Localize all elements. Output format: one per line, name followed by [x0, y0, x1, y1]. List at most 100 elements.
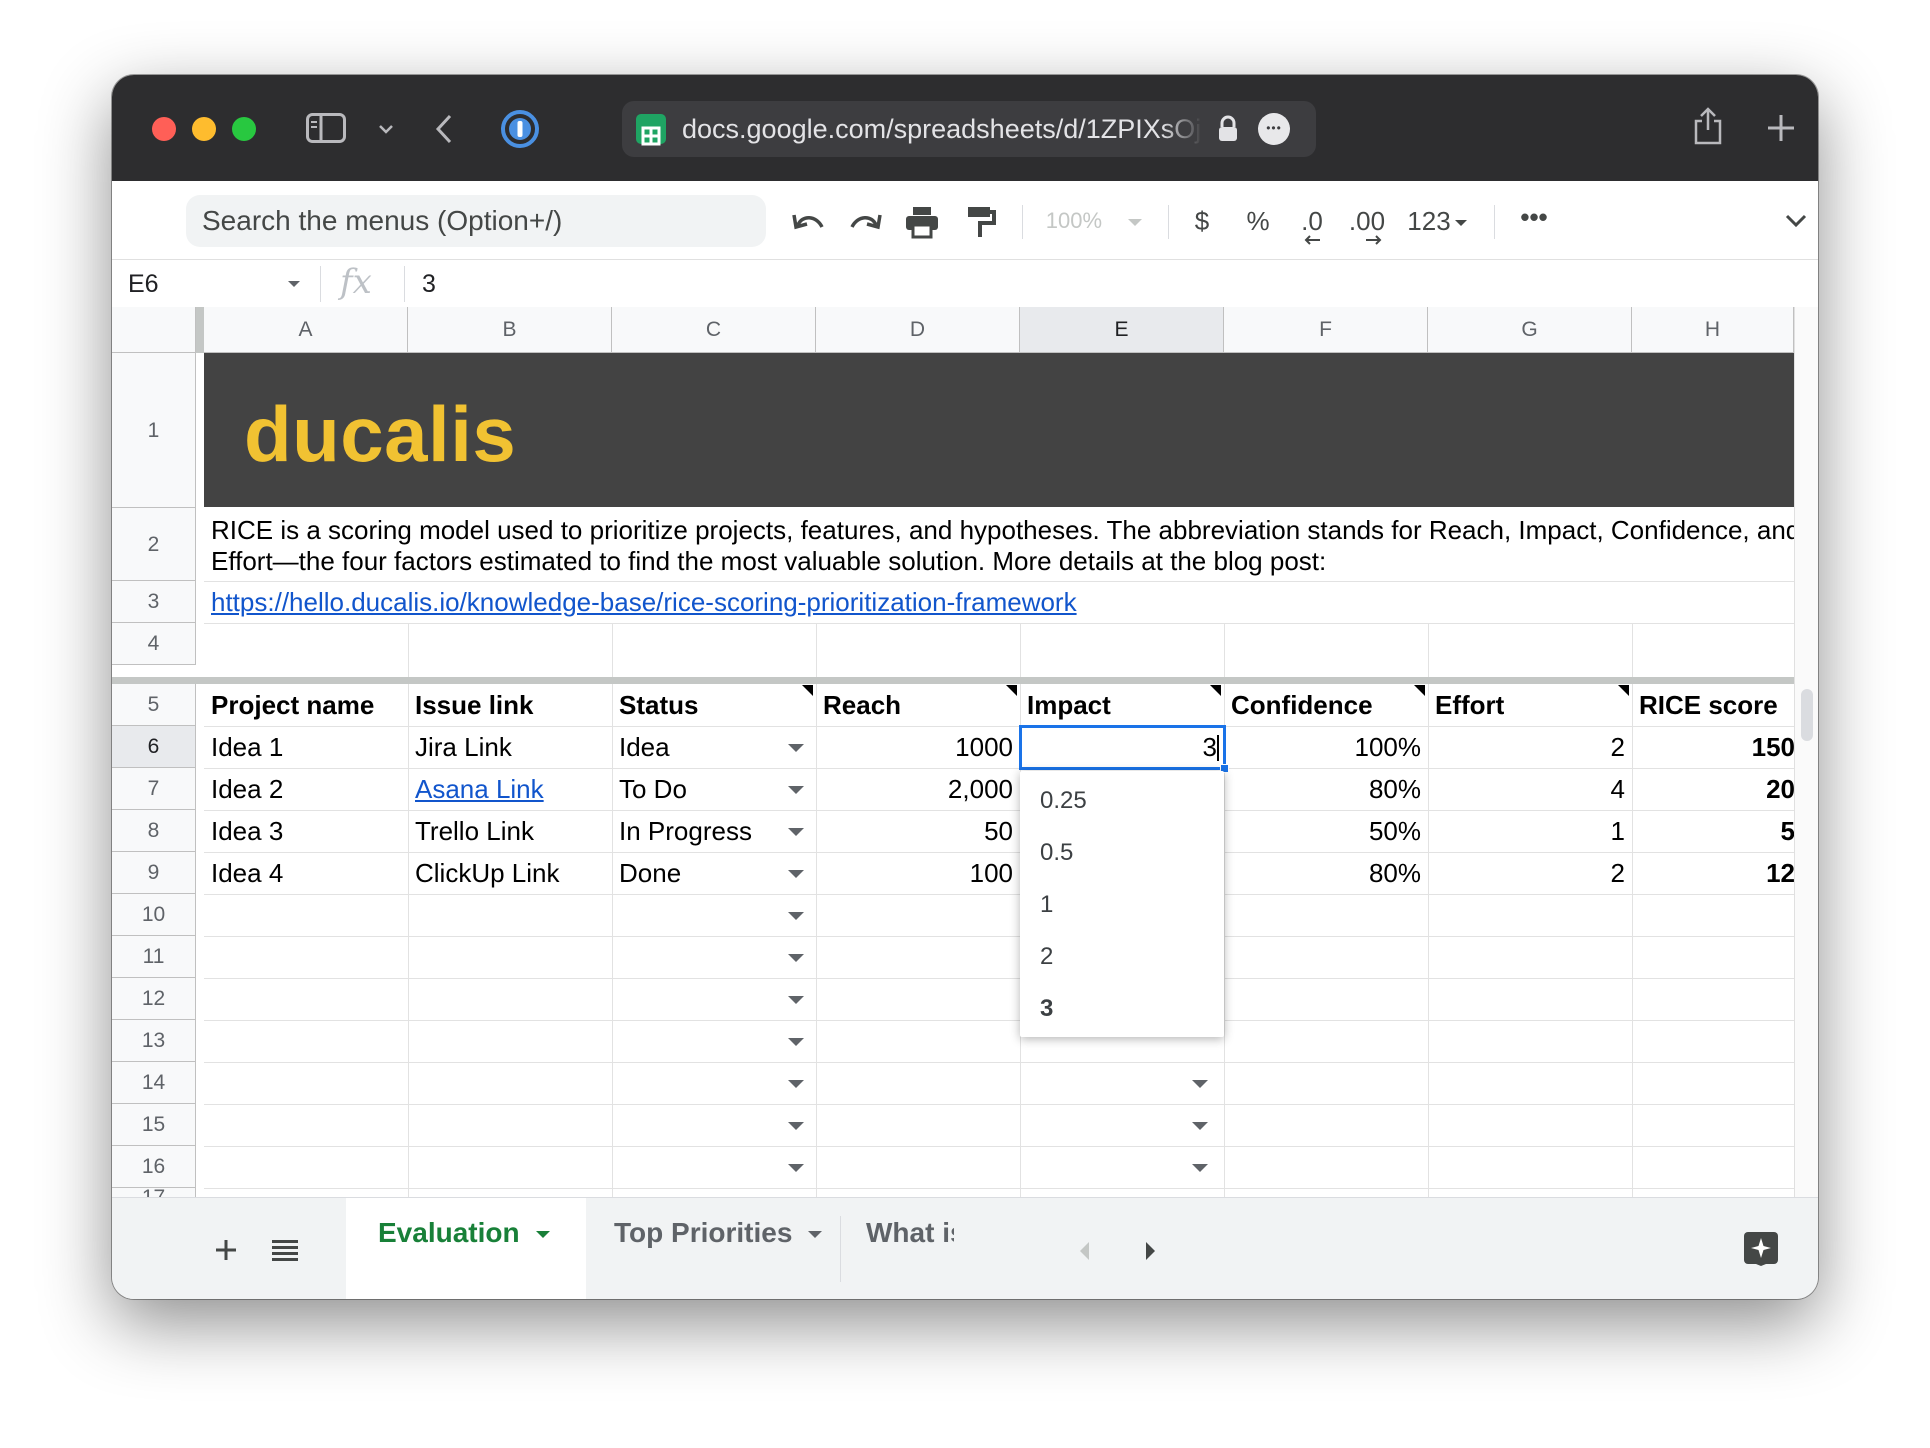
header-reach[interactable]: Reach [816, 684, 1020, 726]
status-dropdown-icon[interactable] [788, 1080, 804, 1088]
sheet-tab-what-is-ducalis[interactable]: What is Du [842, 1198, 954, 1299]
row-header-17[interactable]: 17 [112, 1187, 196, 1197]
cell-rice-score[interactable]: 20 [1632, 768, 1802, 810]
row-header-8[interactable]: 8 [112, 810, 196, 852]
print-icon[interactable] [904, 205, 940, 239]
column-header-f[interactable]: F [1224, 307, 1428, 353]
active-cell-value[interactable]: 3 [1203, 728, 1217, 767]
row-header-1[interactable]: 1 [112, 353, 196, 508]
status-dropdown-icon[interactable] [788, 828, 804, 836]
cell-rice-score[interactable]: 150 [1632, 726, 1802, 768]
cell-project-name[interactable]: Idea 4 [204, 852, 408, 894]
cell-status[interactable]: Done [612, 852, 816, 894]
cell-issue-link[interactable]: Jira Link [408, 726, 612, 768]
description-cell[interactable]: RICE is a scoring model used to prioriti… [204, 508, 1794, 580]
column-header-b[interactable]: B [408, 307, 612, 353]
cell-project-name[interactable]: Idea 3 [204, 810, 408, 852]
cell-project-name[interactable]: Idea 1 [204, 726, 408, 768]
cell-issue-link[interactable]: ClickUp Link [408, 852, 612, 894]
more-icon[interactable] [1258, 100, 1290, 156]
vertical-scrollbar[interactable] [1794, 307, 1818, 1197]
impact-dropdown-icon[interactable] [1192, 1122, 1208, 1130]
column-header-g[interactable]: G [1428, 307, 1632, 353]
note-indicator[interactable] [1210, 685, 1221, 696]
cell-confidence[interactable]: 80% [1224, 852, 1428, 894]
column-header-e[interactable]: E [1020, 307, 1224, 353]
header-project-name[interactable]: Project name [204, 684, 408, 726]
back-icon[interactable] [434, 113, 454, 145]
frozen-column-handle[interactable] [196, 307, 204, 353]
column-header-a[interactable]: A [204, 307, 408, 353]
vertical-scroll-thumb[interactable] [1801, 689, 1813, 741]
cell-reach[interactable]: 2,000 [816, 768, 1020, 810]
blog-post-link[interactable]: https://hello.ducalis.io/knowledge-base/… [204, 581, 1204, 623]
more-options-icon[interactable]: ••• [1514, 191, 1554, 243]
collapse-toolbar-icon[interactable] [1784, 213, 1808, 229]
cell-confidence[interactable]: 100% [1224, 726, 1428, 768]
note-indicator[interactable] [1006, 685, 1017, 696]
dropdown-option[interactable]: 0.5 [1040, 839, 1073, 867]
cell-issue-link[interactable]: Trello Link [408, 810, 612, 852]
zoom-select[interactable]: 100% [1044, 195, 1144, 247]
row-header-6[interactable]: 6 [112, 726, 196, 768]
header-issue-link[interactable]: Issue link [408, 684, 612, 726]
cell-reach[interactable]: 50 [816, 810, 1020, 852]
row-header-11[interactable]: 11 [112, 936, 196, 978]
row-header-4[interactable]: 4 [112, 623, 196, 665]
header-confidence[interactable]: Confidence [1224, 684, 1428, 726]
dropdown-option[interactable]: 0.25 [1040, 787, 1087, 815]
row-header-10[interactable]: 10 [112, 894, 196, 936]
note-indicator[interactable] [802, 685, 813, 696]
cell-rice-score[interactable]: 5 [1632, 810, 1802, 852]
frozen-row-divider[interactable] [112, 677, 1794, 684]
formula-input[interactable]: 3 [422, 260, 436, 308]
cell-effort[interactable]: 4 [1428, 768, 1632, 810]
cell-status[interactable]: Idea [612, 726, 816, 768]
status-dropdown-icon[interactable] [788, 954, 804, 962]
search-menus-input[interactable]: Search the menus (Option+/) [186, 195, 766, 247]
status-dropdown-icon[interactable] [788, 1164, 804, 1172]
undo-icon[interactable] [790, 209, 828, 235]
name-box-dropdown-icon[interactable] [288, 281, 300, 287]
row-header-13[interactable]: 13 [112, 1020, 196, 1062]
scroll-tabs-right-icon[interactable] [1146, 1242, 1155, 1260]
currency-format-button[interactable]: $ [1184, 195, 1220, 247]
cell-status[interactable]: In Progress [612, 810, 816, 852]
new-tab-icon[interactable] [1766, 113, 1796, 143]
dropdown-option[interactable]: 2 [1040, 943, 1053, 971]
status-dropdown-icon[interactable] [788, 870, 804, 878]
cell-confidence[interactable]: 50% [1224, 810, 1428, 852]
sheet-tab-evaluation[interactable]: Evaluation [346, 1198, 586, 1299]
column-header-c[interactable]: C [612, 307, 816, 353]
close-window-button[interactable] [152, 117, 176, 141]
minimize-window-button[interactable] [192, 117, 216, 141]
status-dropdown-icon[interactable] [788, 1038, 804, 1046]
name-box[interactable]: E6 [128, 260, 159, 308]
row-header-15[interactable]: 15 [112, 1104, 196, 1146]
status-dropdown-icon[interactable] [788, 912, 804, 920]
active-cell-e6[interactable]: 3 [1019, 725, 1226, 770]
cell-effort[interactable]: 2 [1428, 726, 1632, 768]
dropdown-option[interactable]: 1 [1040, 891, 1053, 919]
cell-issue-link[interactable]: Asana Link [408, 768, 612, 810]
select-all-corner[interactable] [112, 307, 196, 353]
add-sheet-icon[interactable] [214, 1238, 238, 1262]
row-header-3[interactable]: 3 [112, 581, 196, 623]
address-bar[interactable]: docs.google.com/spreadsheets/d/1ZPIXsOj [622, 100, 1316, 157]
row-header-5[interactable]: 5 [112, 684, 196, 726]
note-indicator[interactable] [1618, 685, 1629, 696]
decrease-decimal-button[interactable]: .0 [1290, 195, 1334, 247]
note-indicator[interactable] [1414, 685, 1425, 696]
status-dropdown-icon[interactable] [788, 1122, 804, 1130]
header-effort[interactable]: Effort [1428, 684, 1632, 726]
cell-effort[interactable]: 1 [1428, 810, 1632, 852]
zoom-window-button[interactable] [232, 117, 256, 141]
cell-rice-score[interactable]: 12 [1632, 852, 1802, 894]
share-icon[interactable] [1692, 105, 1724, 147]
cell-status[interactable]: To Do [612, 768, 816, 810]
row-header-16[interactable]: 16 [112, 1146, 196, 1188]
paint-format-icon[interactable] [966, 203, 996, 239]
impact-dropdown-icon[interactable] [1192, 1080, 1208, 1088]
all-sheets-icon[interactable] [272, 1238, 298, 1262]
sidebar-icon[interactable] [306, 113, 346, 143]
